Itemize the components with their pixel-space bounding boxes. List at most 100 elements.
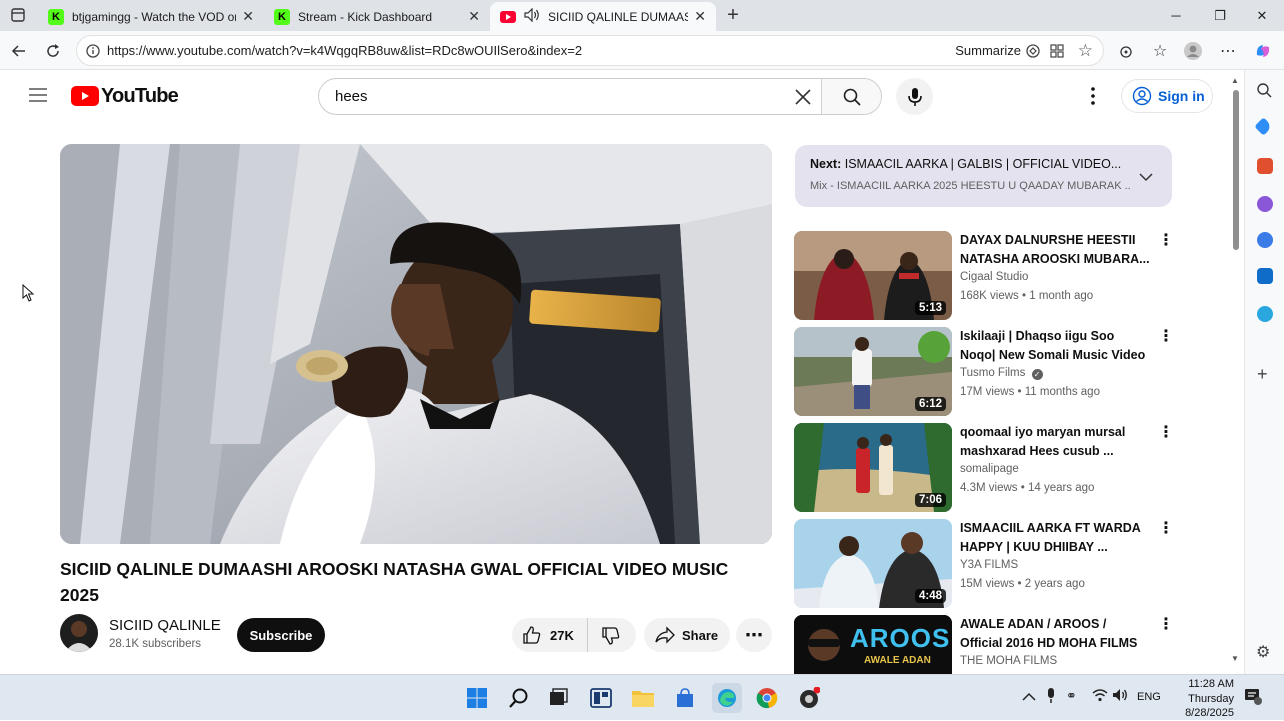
copilot-summarize-icon[interactable] <box>1025 43 1041 64</box>
channel-avatar[interactable] <box>60 614 98 652</box>
kebab-menu-icon[interactable]: ⋮ <box>1158 617 1174 633</box>
url-text[interactable]: https://www.youtube.com/watch?v=k4WqgqRB… <box>107 43 582 58</box>
kebab-menu-icon[interactable]: ⋮ <box>1158 233 1174 249</box>
video-title[interactable]: ISMAACIIL AARKA FT WARDA HAPPY | KUU DHI… <box>960 519 1152 556</box>
notifications-icon[interactable] <box>1244 687 1262 710</box>
video-title[interactable]: DAYAX DALNURSHE HEESTII NATASHA AROOSKI … <box>960 231 1152 268</box>
close-tab-icon[interactable]: ✕ <box>694 8 706 25</box>
new-tab-icon[interactable]: + <box>722 4 744 26</box>
kebab-menu-icon[interactable]: ⋮ <box>1158 329 1174 345</box>
close-tab-icon[interactable]: ✕ <box>242 8 254 25</box>
sidebar-settings-gear-icon[interactable]: ⚙ <box>1256 642 1270 662</box>
tab-kick-vod[interactable]: K btjgamingg - Watch the VOD on ✕ <box>38 2 264 31</box>
video-thumbnail[interactable]: 5:13 <box>794 231 952 320</box>
refresh-icon[interactable] <box>41 39 65 63</box>
search-icon[interactable] <box>1256 82 1272 103</box>
speaker-icon[interactable] <box>524 7 540 25</box>
channel-name[interactable]: SICIID QALINLE <box>109 617 221 634</box>
show-hidden-icons-chevron-icon[interactable] <box>1022 689 1036 707</box>
up-next-mix-panel[interactable]: Next: ISMAACIL AARKA | GALBIS | OFFICIAL… <box>795 145 1172 207</box>
more-actions-button[interactable]: ⋯ <box>736 618 772 652</box>
chevron-down-icon[interactable] <box>1139 169 1153 187</box>
link-tray-icon[interactable]: ⚭ <box>1066 688 1077 704</box>
task-view-icon[interactable] <box>545 685 571 711</box>
microsoft-365-icon[interactable] <box>1257 232 1273 248</box>
video-thumbnail[interactable]: 6:12 <box>794 327 952 416</box>
kebab-menu-icon[interactable]: ⋮ <box>1158 425 1174 441</box>
youtube-logo[interactable]: YouTube <box>71 85 179 107</box>
taskbar-search-icon[interactable] <box>506 685 532 711</box>
like-button[interactable]: 27K <box>512 618 588 652</box>
favorite-star-icon[interactable]: ☆ <box>1078 41 1093 61</box>
page-scrollbar[interactable]: ▲ ▼ <box>1230 76 1242 668</box>
chrome-icon[interactable] <box>754 685 780 711</box>
search-input[interactable] <box>319 79 789 114</box>
clear-search-icon[interactable] <box>793 87 813 112</box>
maximize-icon[interactable]: ❐ <box>1198 0 1242 31</box>
dislike-button[interactable] <box>588 618 634 652</box>
close-tab-icon[interactable]: ✕ <box>468 8 480 25</box>
voice-search-button[interactable] <box>896 78 933 115</box>
share-button[interactable]: Share <box>644 618 730 652</box>
volume-icon[interactable] <box>1112 688 1128 707</box>
outlook-icon[interactable] <box>1257 268 1273 284</box>
file-explorer-icon[interactable] <box>630 685 656 711</box>
shopping-tag-icon[interactable] <box>1254 117 1273 136</box>
summarize-button[interactable]: Summarize <box>955 43 1021 58</box>
tab-kick-dashboard[interactable]: K Stream - Kick Dashboard ✕ <box>264 2 490 31</box>
system-clock[interactable]: 11:28 AM Thursday 8/28/2025 <box>1164 677 1234 721</box>
video-player[interactable] <box>60 144 772 544</box>
tools-briefcase-icon[interactable] <box>1257 158 1273 174</box>
channel-name[interactable]: THE MOHA FILMS <box>960 655 1057 667</box>
channel-name[interactable]: Tusmo Films ✓ <box>960 367 1043 380</box>
back-icon[interactable] <box>7 39 31 63</box>
extensions-icon[interactable] <box>1114 39 1138 63</box>
list-item[interactable]: AROOS AWALE ADAN AWALE ADAN / AROOS / Of… <box>794 615 1174 674</box>
microphone-tray-icon[interactable] <box>1046 688 1056 709</box>
copilot-icon[interactable] <box>1251 39 1275 63</box>
channel-name[interactable]: Y3A FILMS <box>960 559 1018 571</box>
input-language[interactable]: ENG <box>1137 691 1161 703</box>
video-title[interactable]: Iskilaaji | Dhaqso iigu Soo Noqo| New So… <box>960 327 1152 364</box>
wifi-icon[interactable] <box>1092 688 1108 707</box>
video-thumbnail[interactable]: AROOS AWALE ADAN <box>794 615 952 674</box>
list-item[interactable]: 4:48 ISMAACIIL AARKA FT WARDA HAPPY | KU… <box>794 519 1174 609</box>
channel-name[interactable]: Cigaal Studio <box>960 271 1028 283</box>
video-thumbnail[interactable]: 4:48 <box>794 519 952 608</box>
scroll-up-arrow-icon[interactable]: ▲ <box>1231 76 1239 85</box>
search-button[interactable] <box>821 79 881 114</box>
windows-start-icon[interactable] <box>464 685 490 711</box>
profile-avatar-icon[interactable] <box>1181 39 1205 63</box>
more-options-icon[interactable]: ⋯ <box>1216 39 1240 63</box>
video-title[interactable]: AWALE ADAN / AROOS / Official 2016 HD MO… <box>960 615 1152 652</box>
microsoft-store-icon[interactable] <box>672 685 698 711</box>
menu-hamburger-icon[interactable] <box>28 87 48 103</box>
minimize-icon[interactable]: ─ <box>1154 0 1198 31</box>
settings-kebab-icon[interactable] <box>1088 85 1098 107</box>
scroll-thumb[interactable] <box>1233 90 1239 250</box>
scroll-down-arrow-icon[interactable]: ▼ <box>1231 654 1239 663</box>
telegram-icon[interactable] <box>1257 306 1273 322</box>
subscribe-button[interactable]: Subscribe <box>237 618 325 652</box>
address-bar[interactable]: https://www.youtube.com/watch?v=k4WqgqRB… <box>76 35 1104 66</box>
list-item[interactable]: 5:13 DAYAX DALNURSHE HEESTII NATASHA ARO… <box>794 231 1174 321</box>
search-box[interactable] <box>318 78 882 115</box>
edge-browser-icon[interactable] <box>712 683 742 713</box>
widgets-icon[interactable] <box>588 685 614 711</box>
sign-in-button[interactable]: Sign in <box>1121 79 1213 113</box>
favorites-icon[interactable]: ☆ <box>1148 39 1172 63</box>
apps-icon[interactable] <box>1049 43 1065 64</box>
video-title[interactable]: qoomaal iyo maryan mursal mashxarad Hees… <box>960 423 1152 460</box>
channel-name[interactable]: somalipage <box>960 463 1019 475</box>
add-sidebar-app-icon[interactable]: + <box>1257 364 1268 385</box>
site-info-icon[interactable] <box>85 43 101 64</box>
tab-actions-icon[interactable] <box>10 7 26 23</box>
games-icon[interactable] <box>1257 196 1273 212</box>
list-item[interactable]: 7:06 qoomaal iyo maryan mursal mashxarad… <box>794 423 1174 513</box>
kebab-menu-icon[interactable]: ⋮ <box>1158 521 1174 537</box>
video-thumbnail[interactable]: 7:06 <box>794 423 952 512</box>
tab-youtube-video[interactable]: SICIID QALINLE DUMAASHI ✕ <box>490 2 716 31</box>
close-window-icon[interactable]: ✕ <box>1240 0 1284 31</box>
obs-recording-icon[interactable] <box>796 685 822 711</box>
list-item[interactable]: 6:12 Iskilaaji | Dhaqso iigu Soo Noqo| N… <box>794 327 1174 417</box>
